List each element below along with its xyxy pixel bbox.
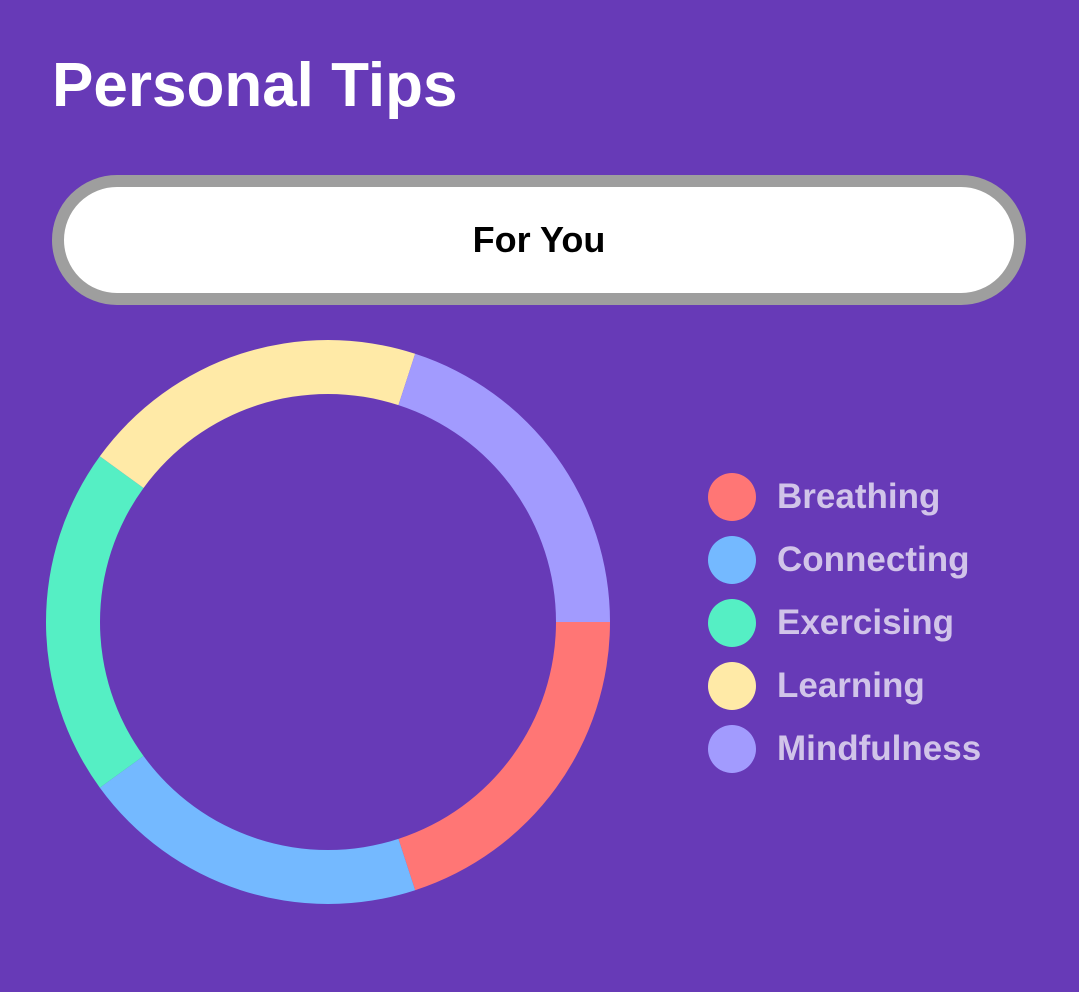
for-you-segment-button[interactable]: For You bbox=[52, 175, 1026, 305]
donut-chart bbox=[45, 340, 610, 904]
chart-legend: Breathing Connecting Exercising Learning… bbox=[708, 465, 1068, 780]
legend-swatch-breathing bbox=[708, 472, 756, 521]
legend-label-mindfulness: Mindfulness bbox=[777, 728, 982, 768]
for-you-label: For You bbox=[472, 219, 606, 260]
legend-label-exercising: Exercising bbox=[777, 602, 955, 642]
legend-item-learning[interactable]: Learning bbox=[708, 654, 1068, 717]
legend-swatch-connecting bbox=[708, 535, 756, 584]
legend-swatch-exercising bbox=[708, 598, 756, 647]
legend-item-breathing[interactable]: Breathing bbox=[708, 465, 1068, 528]
donut-slice-connecting[interactable] bbox=[99, 756, 416, 904]
donut-slice-breathing[interactable] bbox=[398, 622, 610, 891]
legend-swatch-learning bbox=[708, 661, 756, 710]
donut-slice-mindfulness[interactable] bbox=[398, 353, 610, 622]
donut-slice-exercising[interactable] bbox=[45, 456, 144, 788]
legend-item-mindfulness[interactable]: Mindfulness bbox=[708, 717, 1068, 780]
legend-label-learning: Learning bbox=[777, 665, 925, 705]
legend-item-connecting[interactable]: Connecting bbox=[708, 528, 1068, 591]
legend-item-exercising[interactable]: Exercising bbox=[708, 591, 1068, 654]
legend-label-breathing: Breathing bbox=[777, 476, 941, 516]
legend-label-connecting: Connecting bbox=[777, 539, 970, 579]
donut-slice-learning[interactable] bbox=[99, 340, 416, 488]
page-title: Personal Tips bbox=[52, 51, 458, 120]
legend-swatch-mindfulness bbox=[708, 724, 756, 773]
